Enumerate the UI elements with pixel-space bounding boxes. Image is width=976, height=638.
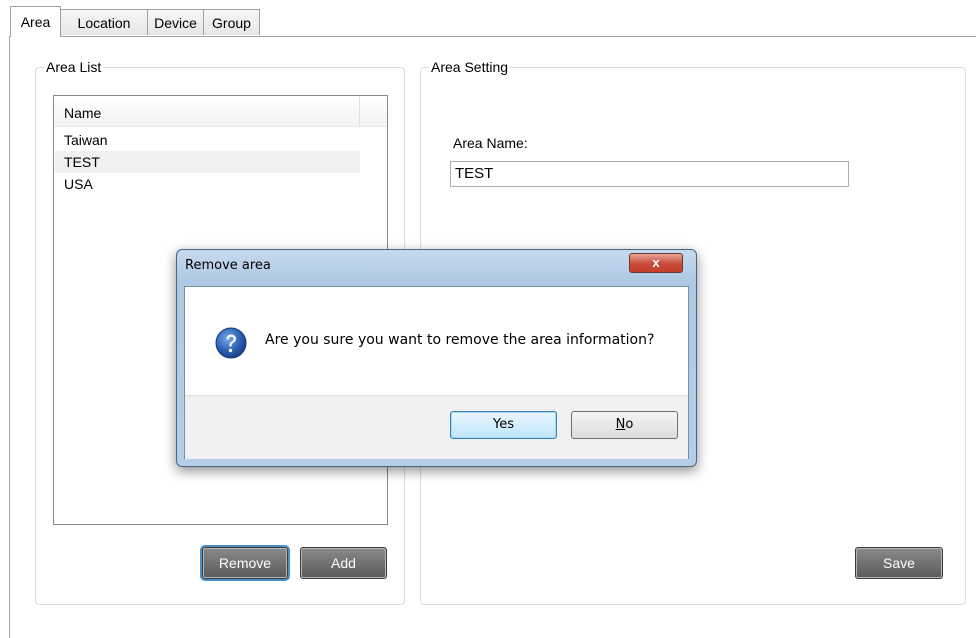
tab-strip: Area Location Device Group (0, 0, 976, 38)
dialog-title: Remove area (185, 258, 271, 273)
tab-area[interactable]: Area (10, 6, 61, 37)
tab-location[interactable]: Location (60, 9, 148, 35)
add-button[interactable]: Add (300, 547, 387, 579)
dialog-message: Are you sure you want to remove the area… (265, 332, 655, 348)
dialog-body: Are you sure you want to remove the area… (184, 286, 689, 459)
tab-panel-border (9, 36, 10, 638)
question-icon (215, 327, 247, 359)
no-mnemonic: N (615, 417, 626, 432)
close-glyph: x (652, 255, 660, 270)
dialog-button-bar: Yes No (185, 395, 688, 459)
tab-divider (60, 36, 976, 37)
save-button[interactable]: Save (855, 547, 943, 579)
remove-button[interactable]: Remove (202, 547, 288, 579)
area-setting-title: Area Setting (429, 58, 511, 76)
list-header: Name (54, 96, 387, 127)
list-item-selected[interactable]: TEST (55, 151, 360, 173)
area-list-title: Area List (44, 58, 104, 76)
column-header-name[interactable]: Name (54, 96, 360, 126)
tab-device[interactable]: Device (147, 9, 204, 35)
remove-area-dialog: Remove area x Are you sure you want to r… (176, 249, 697, 467)
yes-button[interactable]: Yes (450, 411, 557, 439)
area-name-input[interactable]: TEST (450, 161, 849, 187)
no-label-rest: o (625, 417, 634, 432)
tab-group[interactable]: Group (203, 9, 260, 35)
no-button[interactable]: No (571, 411, 678, 439)
list-item[interactable]: Taiwan (55, 129, 360, 151)
list-item[interactable]: USA (55, 173, 360, 195)
close-icon[interactable]: x (629, 253, 683, 273)
area-name-label: Area Name: (453, 135, 528, 151)
